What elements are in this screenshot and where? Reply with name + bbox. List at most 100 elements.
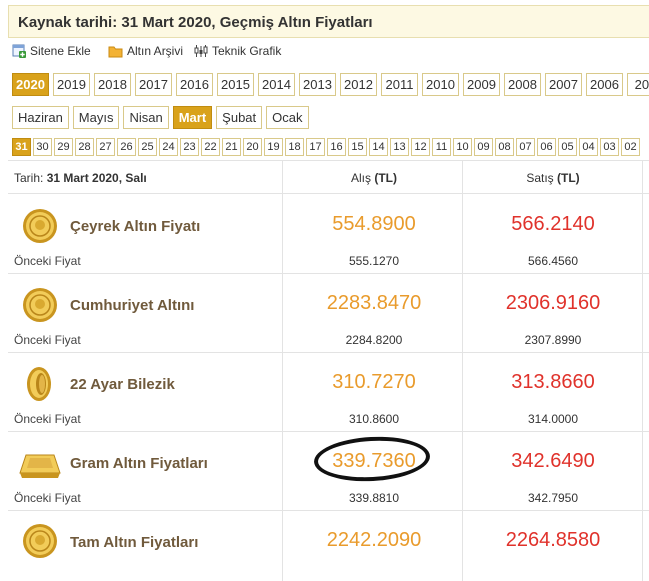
previous-price-label: Önceki Fiyat: [14, 491, 81, 505]
previous-price-label: Önceki Fiyat: [14, 333, 81, 347]
sell-price: 566.2140: [511, 213, 595, 235]
buy-price: 2283.8470: [326, 292, 422, 314]
year-pill-2017[interactable]: 2017: [135, 73, 172, 96]
month-selector: Haziran Mayıs Nisan Mart Şubat Ocak: [12, 106, 309, 129]
day-pill-02[interactable]: 02: [621, 138, 640, 156]
day-pill-18[interactable]: 18: [285, 138, 304, 156]
folder-icon: [108, 46, 123, 58]
day-pill-25[interactable]: 25: [138, 138, 157, 156]
month-pill-Nisan[interactable]: Nisan: [123, 106, 169, 129]
buy-price: 554.8900: [332, 213, 416, 235]
day-pill-20[interactable]: 20: [243, 138, 262, 156]
sell-price: 2264.8580: [505, 529, 601, 551]
previous-sell-price: 314.0000: [527, 412, 579, 426]
gold-archive-link[interactable]: Altın Arşivi: [108, 44, 183, 58]
day-pill-27[interactable]: 27: [96, 138, 115, 156]
day-pill-16[interactable]: 16: [327, 138, 346, 156]
candlestick-chart-icon: [194, 45, 208, 57]
year-selector: 2020 2019 2018 2017 2016 2015 2014 2013 2012 2011…: [12, 73, 649, 96]
day-pill-23[interactable]: 23: [180, 138, 199, 156]
sell-price: 2306.9160: [505, 292, 601, 314]
day-pill-09[interactable]: 09: [474, 138, 493, 156]
previous-price-label: Önceki Fiyat: [14, 254, 81, 268]
previous-price-label: Önceki Fiyat: [14, 412, 81, 426]
day-pill-31[interactable]: 31: [12, 138, 31, 156]
month-pill-Mart[interactable]: Mart: [172, 106, 213, 129]
year-pill-2015[interactable]: 2015: [217, 73, 254, 96]
day-pill-21[interactable]: 21: [222, 138, 241, 156]
gold-name: Gram Altın Fiyatları: [70, 455, 208, 472]
date-value: 31 Mart 2020, Salı: [46, 171, 147, 185]
sell-price: 313.8660: [511, 371, 595, 393]
day-pill-03[interactable]: 03: [600, 138, 619, 156]
previous-sell-price: 2307.8990: [524, 333, 582, 347]
sell-price: 342.6490: [511, 450, 595, 472]
gold-name: 22 Ayar Bilezik: [70, 376, 175, 393]
year-pill-2012[interactable]: 2012: [340, 73, 377, 96]
previous-sell-price: 566.4560: [527, 254, 579, 268]
day-pill-17[interactable]: 17: [306, 138, 325, 156]
day-pill-14[interactable]: 14: [369, 138, 388, 156]
coin-icon: [23, 209, 57, 243]
month-pill-Mayıs[interactable]: Mayıs: [72, 106, 120, 129]
buy-price: 2242.2090: [326, 529, 422, 551]
gold-name: Cumhuriyet Altını: [70, 297, 195, 314]
gold-bar-icon: [19, 454, 61, 478]
previous-buy-price: 310.8600: [348, 412, 400, 426]
year-pill-200[interactable]: 200: [627, 73, 649, 96]
year-pill-2006[interactable]: 2006: [586, 73, 623, 96]
add-site-label: Sitene Ekle: [30, 44, 91, 58]
month-pill-Şubat[interactable]: Şubat: [216, 106, 263, 129]
date-header: Tarih: 31 Mart 2020, Salı: [14, 171, 147, 185]
day-pill-06[interactable]: 06: [537, 138, 556, 156]
previous-buy-price: 2284.8200: [345, 333, 403, 347]
year-pill-2018[interactable]: 2018: [94, 73, 131, 96]
day-pill-07[interactable]: 07: [516, 138, 535, 156]
gold-name: Tam Altın Fiyatları: [70, 534, 199, 551]
day-pill-19[interactable]: 19: [264, 138, 283, 156]
day-pill-15[interactable]: 15: [348, 138, 367, 156]
day-pill-29[interactable]: 29: [54, 138, 73, 156]
day-pill-05[interactable]: 05: [558, 138, 577, 156]
highlight-circle-annotation: [312, 433, 432, 485]
technical-chart-link[interactable]: Teknik Grafik: [194, 44, 281, 58]
day-pill-24[interactable]: 24: [159, 138, 178, 156]
year-pill-2014[interactable]: 2014: [258, 73, 295, 96]
buy-header: Alış (TL): [351, 171, 397, 185]
day-pill-26[interactable]: 26: [117, 138, 136, 156]
previous-sell-price: 342.7950: [527, 491, 579, 505]
gold-price-table: Tarih: 31 Mart 2020, Salı Alış (TL) Satı…: [8, 160, 649, 581]
previous-buy-price: 555.1270: [348, 254, 400, 268]
day-selector: 31 30 29 28 27 26 25 24 23 22 21 20 19 18 17 16 15 14 13 12…: [12, 138, 640, 156]
day-pill-10[interactable]: 10: [453, 138, 472, 156]
day-pill-04[interactable]: 04: [579, 138, 598, 156]
day-pill-22[interactable]: 22: [201, 138, 220, 156]
year-pill-2019[interactable]: 2019: [53, 73, 90, 96]
year-pill-2009[interactable]: 2009: [463, 73, 500, 96]
gold-archive-label: Altın Arşivi: [127, 44, 184, 58]
day-pill-12[interactable]: 12: [411, 138, 430, 156]
day-pill-11[interactable]: 11: [432, 138, 451, 156]
previous-buy-price: 339.8810: [348, 491, 400, 505]
year-pill-2020[interactable]: 2020: [12, 73, 49, 96]
day-pill-28[interactable]: 28: [75, 138, 94, 156]
sell-header: Satış (TL): [526, 171, 580, 185]
day-pill-13[interactable]: 13: [390, 138, 409, 156]
year-pill-2011[interactable]: 2011: [381, 73, 418, 96]
year-pill-2013[interactable]: 2013: [299, 73, 336, 96]
add-site-link[interactable]: Sitene Ekle: [12, 44, 91, 58]
buy-price: 310.7270: [332, 371, 416, 393]
day-pill-08[interactable]: 08: [495, 138, 514, 156]
coin-icon: [23, 288, 57, 322]
day-pill-30[interactable]: 30: [33, 138, 52, 156]
month-pill-Ocak[interactable]: Ocak: [266, 106, 309, 129]
month-pill-Haziran[interactable]: Haziran: [12, 106, 69, 129]
year-pill-2007[interactable]: 2007: [545, 73, 582, 96]
year-pill-2008[interactable]: 2008: [504, 73, 541, 96]
technical-chart-label: Teknik Grafik: [212, 44, 282, 58]
coin-icon: [23, 524, 57, 558]
year-pill-2016[interactable]: 2016: [176, 73, 213, 96]
add-site-icon: [12, 44, 26, 58]
year-pill-2010[interactable]: 2010: [422, 73, 459, 96]
gold-name: Çeyrek Altın Fiyatı: [70, 218, 201, 235]
